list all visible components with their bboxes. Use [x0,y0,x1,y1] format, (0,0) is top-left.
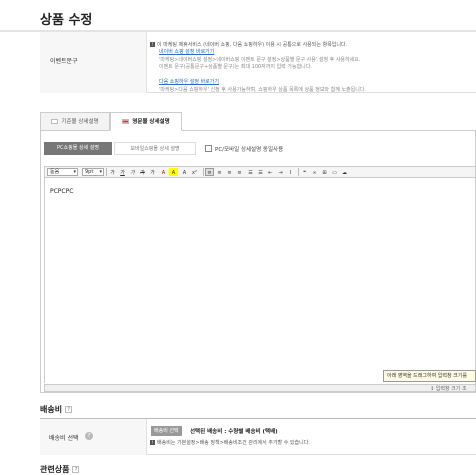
help-icon[interactable]: ? [72,466,80,473]
toolbar-separator [106,168,107,176]
image-button[interactable]: ▭ [330,168,339,176]
selected-shipping-fee: 선택된 배송비 : 수량별 배송비 (택배) [190,429,278,435]
text-style-button[interactable]: 가 [148,168,157,176]
font-color-button[interactable]: A [159,168,168,176]
font-family-select[interactable]: 돋움 [47,168,78,176]
korea-flag-icon [51,119,59,124]
align-justify-button[interactable]: ≡ [235,168,244,176]
same-description-checkbox[interactable] [205,145,212,152]
subtab-pc-description[interactable]: PC쇼핑몰 상세 설명 [44,142,112,155]
resize-handle[interactable] [44,384,476,392]
event-info-note: ! 이 마케팅 제휴서비스 (네이버 쇼핑, 다음 쇼핑하우) 이용 시 공통으로… [150,42,348,48]
italic-button[interactable]: 가 [128,168,137,176]
shipping-label: 배송비 선택 [49,435,79,442]
indent-button[interactable]: ⇥ [276,168,285,176]
info-icon: ! [150,42,155,47]
resize-label: ↕ 입력창 크기 조 [430,386,467,392]
toolbar-separator [203,168,204,176]
event-note-2: 이벤트 문구(공통문구+상품별 문구)는 최대 100자까지 입력 가능합니다. [159,64,312,70]
align-center-button[interactable]: ≡ [215,168,224,176]
shipping-note: ! 배송비는 기본설정>배송 정책>배송비조건 관리에서 추가할 수 있습니다. [150,440,310,446]
outdent-button[interactable]: ⇤ [266,168,275,176]
daum-shopping-link[interactable]: 다음 쇼핑하우 설정 바로가기 [159,78,219,85]
align-right-button[interactable]: ≡ [225,168,234,176]
underline-button[interactable]: 가 [118,168,127,176]
line-height-button[interactable]: I [286,168,295,176]
font-size-up-button[interactable]: A [180,168,189,176]
event-label-cell: 이벤트문구 [40,32,147,93]
editor-content-text: PCPCPC [50,188,74,195]
toolbar-separator [298,168,299,176]
tab-korean-description[interactable]: 기준몰 상세설명 [40,112,110,131]
editor-content-area[interactable] [44,178,476,383]
bold-button[interactable]: 가 [108,168,117,176]
help-icon[interactable]: ? [65,406,73,413]
highlight-button[interactable]: A [169,168,178,176]
quote-button[interactable]: ❝ [300,168,309,176]
unordered-list-button[interactable]: ☰ [256,168,265,176]
align-left-button[interactable]: ≡ [205,168,214,176]
info-icon: ! [150,440,155,445]
event-note-3: '마케팅>다음 쇼핑하우' 신청 후 사용가능하며, 쇼핑하우 상품 목록에 상… [159,87,367,93]
font-size-select[interactable]: 9pt [82,168,104,176]
strike-button[interactable]: 가 [138,168,147,176]
event-label: 이벤트문구 [50,58,78,65]
shipping-section-title: 배송비? [40,404,73,415]
tab-english-description[interactable]: 영문몰 상세설명 [110,112,182,131]
link-button[interactable]: ∞ [310,168,319,176]
table-button[interactable]: ⊞ [320,168,329,176]
event-note-1: '마케팅>네이버쇼핑 설정>네이버쇼핑 이벤트 문구 설정>상품별 문구 사용'… [159,57,361,63]
superscript-button[interactable]: x² [190,168,199,176]
us-flag-icon [122,119,130,124]
naver-shopping-link[interactable]: 네이버 쇼핑 설정 바로가기 [159,48,214,55]
search-button[interactable]: ☁ [340,168,349,176]
shipping-label-cell: 배송비 선택 ? [40,419,147,455]
shipping-select-button[interactable]: 배송비 선택 [151,426,182,436]
subtab-mobile-description[interactable]: 모바일쇼핑몰 상세 설명 [114,142,196,155]
related-section-title: 관련상품? [40,464,80,475]
same-description-label: PC/모바일 상세설명 동일사용 [215,147,284,153]
question-icon[interactable]: ? [85,432,93,440]
resize-tooltip: 아래 영역을 드래그하여 입력창 크기를 [383,370,476,382]
ordered-list-button[interactable]: ☰ [246,168,255,176]
page-title: 상품 수정 [40,13,93,28]
